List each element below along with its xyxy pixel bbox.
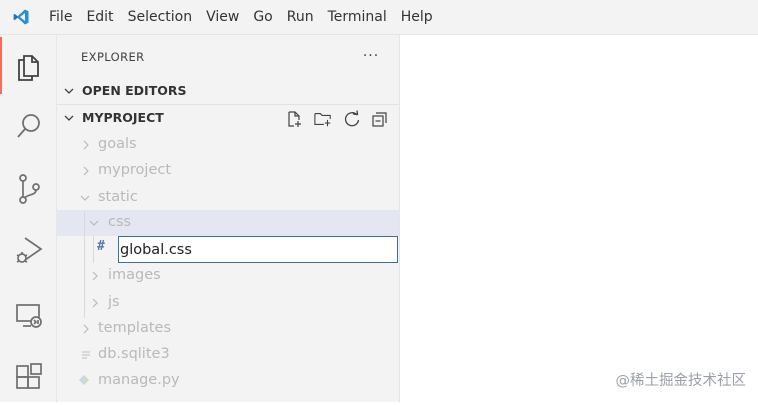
chevron-down-icon xyxy=(64,88,74,94)
tree-folder-js[interactable]: js xyxy=(57,290,399,316)
tree-file-db[interactable]: db.sqlite3 xyxy=(57,342,399,368)
chevron-right-icon xyxy=(83,140,89,150)
new-file-icon[interactable] xyxy=(285,110,303,128)
more-actions-button[interactable]: ··· xyxy=(360,47,382,67)
tree-folder-static[interactable]: static xyxy=(57,185,399,211)
chevron-right-icon xyxy=(83,324,89,334)
tree-label: css xyxy=(108,214,132,230)
project-label: MYPROJECT xyxy=(82,110,164,125)
tree-label: images xyxy=(108,267,161,283)
tree-file-manage-py[interactable]: manage.py xyxy=(57,368,399,394)
menu-terminal[interactable]: Terminal xyxy=(321,0,394,35)
menu-file[interactable]: File xyxy=(42,0,79,35)
rename-file-input[interactable] xyxy=(118,236,398,263)
project-section[interactable]: MYPROJECT xyxy=(57,106,399,130)
open-editors-section[interactable]: OPEN EDITORS xyxy=(57,79,399,103)
menu-bar: File Edit Selection View Go Run Terminal… xyxy=(0,0,758,35)
menu-edit[interactable]: Edit xyxy=(79,0,120,35)
python-file-icon xyxy=(79,375,89,385)
explorer-title: EXPLORER xyxy=(81,50,145,64)
tree-label: templates xyxy=(98,320,172,336)
tree-label: goals xyxy=(98,136,137,152)
extensions-icon[interactable] xyxy=(0,348,57,405)
activity-bar xyxy=(0,35,57,402)
tree-folder-images[interactable]: images xyxy=(57,263,399,289)
chevron-down-icon xyxy=(80,195,90,201)
chevron-down-icon xyxy=(89,220,99,226)
source-control-icon[interactable] xyxy=(0,160,57,217)
css-file-icon: # xyxy=(97,239,105,254)
menu-go[interactable]: Go xyxy=(246,0,279,35)
tree-label: js xyxy=(108,294,120,310)
tree-label: static xyxy=(98,189,138,205)
menu-view[interactable]: View xyxy=(199,0,246,35)
explorer-files-icon[interactable] xyxy=(0,37,57,94)
watermark-text: @稀土掘金技术社区 xyxy=(615,373,747,389)
run-debug-icon[interactable] xyxy=(0,222,57,279)
chevron-down-icon xyxy=(64,115,74,121)
tree-label: myproject xyxy=(98,162,172,178)
editor-area: @稀土掘金技术社区 xyxy=(400,35,758,402)
tree-folder-templates[interactable]: templates xyxy=(57,316,399,342)
database-file-icon xyxy=(82,351,90,359)
chevron-right-icon xyxy=(92,271,98,281)
search-icon[interactable] xyxy=(0,97,57,154)
open-editors-label: OPEN EDITORS xyxy=(82,83,187,98)
refresh-icon[interactable] xyxy=(343,110,361,128)
menu-run[interactable]: Run xyxy=(280,0,321,35)
menu-selection[interactable]: Selection xyxy=(121,0,200,35)
section-divider xyxy=(57,104,399,105)
tree-folder-goals[interactable]: goals xyxy=(57,132,399,158)
chevron-right-icon xyxy=(83,166,89,176)
tree-folder-myproject[interactable]: myproject xyxy=(57,158,399,184)
tree-folder-css[interactable]: css xyxy=(57,210,399,236)
tree-label: db.sqlite3 xyxy=(98,346,170,362)
tree-label: manage.py xyxy=(98,372,180,388)
explorer-header: EXPLORER ··· xyxy=(57,43,399,71)
explorer-sidebar: EXPLORER ··· OPEN EDITORS MYPROJECT goal… xyxy=(57,35,400,402)
vscode-logo-icon xyxy=(0,0,42,35)
chevron-right-icon xyxy=(92,298,98,308)
collapse-all-icon[interactable] xyxy=(371,110,389,128)
remote-explorer-icon[interactable] xyxy=(0,287,57,344)
menu-help[interactable]: Help xyxy=(394,0,440,35)
new-folder-icon[interactable] xyxy=(314,110,332,128)
